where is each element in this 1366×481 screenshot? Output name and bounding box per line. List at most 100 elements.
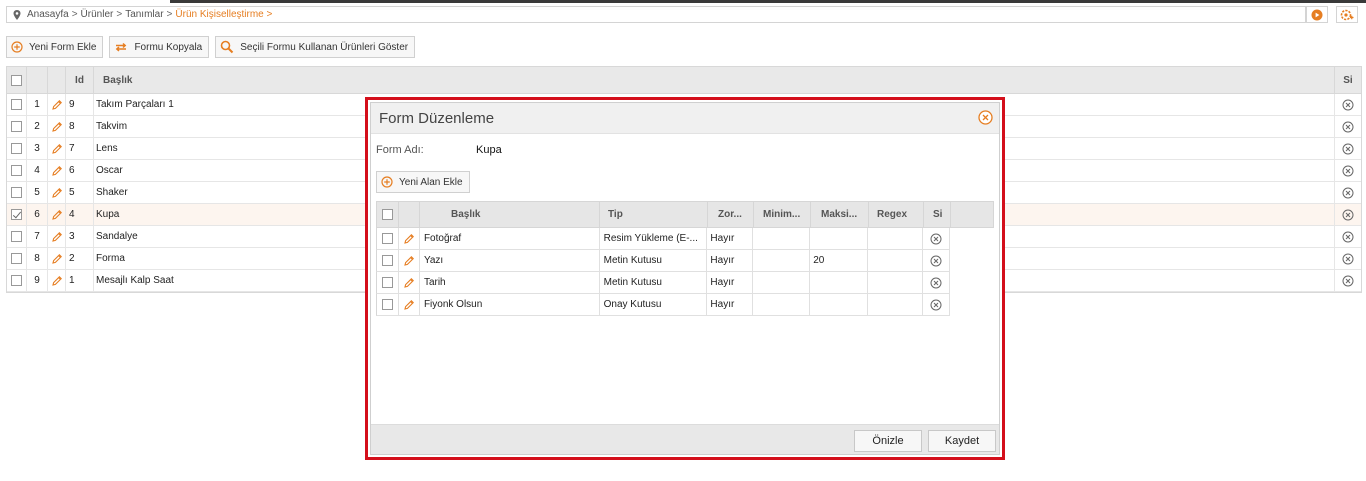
fields-header-title[interactable]: Başlık xyxy=(420,202,600,227)
plus-circle-icon xyxy=(11,41,23,53)
edit-button[interactable] xyxy=(48,270,66,291)
pencil-icon xyxy=(404,299,414,310)
map-pin-icon xyxy=(13,9,21,20)
edit-button[interactable] xyxy=(48,138,66,159)
fields-header-min[interactable]: Minim... xyxy=(754,202,811,227)
row-checkbox[interactable] xyxy=(7,204,27,225)
row-id: 2 xyxy=(66,248,94,269)
row-checkbox[interactable] xyxy=(7,226,27,247)
new-form-button[interactable]: Yeni Form Ekle xyxy=(6,36,104,58)
pencil-icon xyxy=(51,275,62,286)
row-checkbox[interactable] xyxy=(7,160,27,181)
row-number: 8 xyxy=(27,248,48,269)
field-regex xyxy=(868,272,924,293)
pencil-icon xyxy=(51,253,62,264)
add-field-button[interactable]: Yeni Alan Ekle xyxy=(376,171,470,193)
copy-form-button[interactable]: Formu Kopyala xyxy=(109,36,210,58)
field-delete-button[interactable] xyxy=(923,228,951,249)
row-checkbox[interactable] xyxy=(7,116,27,137)
field-row[interactable]: Yazı Metin Kutusu Hayır 20 xyxy=(376,250,951,272)
breadcrumb-item-products[interactable]: Ürünler xyxy=(81,9,114,20)
delete-button[interactable] xyxy=(1335,204,1361,225)
delete-button[interactable] xyxy=(1335,248,1361,269)
row-checkbox[interactable] xyxy=(7,182,27,203)
field-type: Resim Yükleme (E-... xyxy=(600,228,708,249)
pencil-icon xyxy=(51,99,62,110)
preview-button[interactable]: Önizle xyxy=(854,430,922,452)
field-row-checkbox[interactable] xyxy=(377,250,399,271)
row-number: 2 xyxy=(27,116,48,137)
show-products-button[interactable]: Seçili Formu Kullanan Ürünleri Göster xyxy=(215,36,416,58)
pencil-icon xyxy=(51,143,62,154)
breadcrumb-separator: > xyxy=(116,9,123,20)
form-edit-dialog: Form Düzenleme Form Adı: Kupa Yeni Alan … xyxy=(365,97,1005,460)
edit-button[interactable] xyxy=(48,160,66,181)
fields-header-max[interactable]: Maksi... xyxy=(811,202,869,227)
field-row[interactable]: Tarih Metin Kutusu Hayır xyxy=(376,272,951,294)
x-circle-icon xyxy=(930,299,942,310)
corner-buttons xyxy=(1306,6,1358,23)
row-number: 7 xyxy=(27,226,48,247)
delete-button[interactable] xyxy=(1335,270,1361,291)
field-toolbar: Yeni Alan Ekle xyxy=(376,171,470,193)
fields-select-all-checkbox[interactable] xyxy=(377,202,399,227)
checkbox-box xyxy=(381,255,393,266)
x-circle-icon xyxy=(930,255,942,266)
save-button[interactable]: Kaydet xyxy=(928,430,996,452)
delete-button[interactable] xyxy=(1335,94,1361,115)
row-checkbox[interactable] xyxy=(7,248,27,269)
row-checkbox[interactable] xyxy=(7,270,27,291)
delete-button[interactable] xyxy=(1335,182,1361,203)
field-edit-button[interactable] xyxy=(399,272,420,293)
fields-header-type[interactable]: Tip xyxy=(600,202,708,227)
close-icon[interactable] xyxy=(978,110,993,125)
field-delete-button[interactable] xyxy=(923,272,951,293)
x-circle-icon xyxy=(1342,187,1354,198)
header-title[interactable]: Başlık xyxy=(94,67,1335,93)
edit-button[interactable] xyxy=(48,182,66,203)
checkbox-box xyxy=(11,143,22,154)
add-field-label: Yeni Alan Ekle xyxy=(399,176,463,188)
play-button[interactable] xyxy=(1306,6,1328,23)
breadcrumb-item-definitions[interactable]: Tanımlar xyxy=(125,9,163,20)
edit-button[interactable] xyxy=(48,116,66,137)
field-min xyxy=(753,228,811,249)
add-item-button[interactable] xyxy=(1336,6,1358,23)
field-edit-button[interactable] xyxy=(399,228,420,249)
fields-header-required[interactable]: Zor... xyxy=(708,202,754,227)
delete-button[interactable] xyxy=(1335,226,1361,247)
field-edit-button[interactable] xyxy=(399,250,420,271)
field-row[interactable]: Fiyonk Olsun Onay Kutusu Hayır xyxy=(376,294,951,316)
delete-button[interactable] xyxy=(1335,116,1361,137)
edit-button[interactable] xyxy=(48,226,66,247)
breadcrumb-item-home[interactable]: Anasayfa xyxy=(27,9,69,20)
field-edit-button[interactable] xyxy=(399,294,420,315)
form-name-label: Form Adı: xyxy=(376,144,424,156)
field-type: Onay Kutusu xyxy=(600,294,708,315)
field-required: Hayır xyxy=(707,228,754,249)
field-delete-button[interactable] xyxy=(923,294,951,315)
delete-button[interactable] xyxy=(1335,138,1361,159)
toolbar: Yeni Form Ekle Formu Kopyala Seçili Form… xyxy=(6,36,416,58)
header-id[interactable]: Id xyxy=(66,67,94,93)
field-row-checkbox[interactable] xyxy=(377,272,399,293)
field-row[interactable]: Fotoğraf Resim Yükleme (E-... Hayır xyxy=(376,228,951,250)
row-checkbox[interactable] xyxy=(7,138,27,159)
pencil-icon xyxy=(51,165,62,176)
fields-header-regex[interactable]: Regex xyxy=(869,202,924,227)
edit-button[interactable] xyxy=(48,204,66,225)
checkbox-box xyxy=(381,277,393,288)
delete-button[interactable] xyxy=(1335,160,1361,181)
breadcrumb-item-current: Ürün Kişiselleştirme > xyxy=(175,9,273,20)
select-all-checkbox[interactable] xyxy=(7,67,27,93)
edit-button[interactable] xyxy=(48,248,66,269)
swap-arrows-icon xyxy=(116,42,127,52)
pencil-icon xyxy=(51,209,62,220)
field-required: Hayır xyxy=(707,272,754,293)
edit-button[interactable] xyxy=(48,94,66,115)
field-required: Hayır xyxy=(707,294,754,315)
row-checkbox[interactable] xyxy=(7,94,27,115)
field-row-checkbox[interactable] xyxy=(377,228,399,249)
field-row-checkbox[interactable] xyxy=(377,294,399,315)
field-delete-button[interactable] xyxy=(923,250,951,271)
